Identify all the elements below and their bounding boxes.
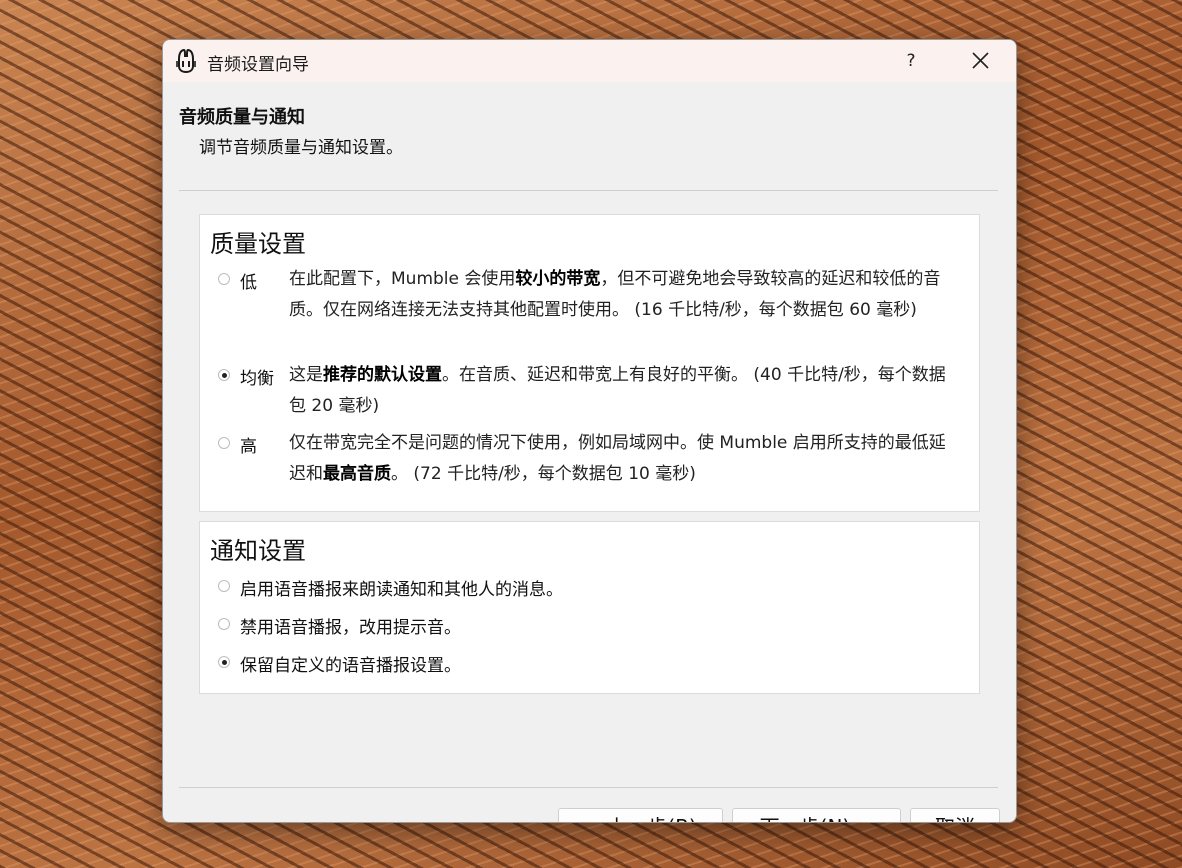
desc-bold: 最高音质 [323,464,391,484]
quality-low-label[interactable]: 低 [240,268,257,293]
desc-text: 在此配置下，Mumble 会使用 [289,269,516,289]
quality-low-description: 在此配置下，Mumble 会使用较小的带宽，但不可避免地会导致较高的延迟和较低的… [289,264,959,326]
next-button[interactable]: 下一步(N) > [732,808,901,822]
tts-enable-label[interactable]: 启用语音播报来朗读通知和其他人的消息。 [240,575,563,600]
tts-disable-label[interactable]: 禁用语音播报，改用提示音。 [240,613,461,638]
close-button[interactable] [961,44,1001,78]
back-button[interactable]: < 上一步(B) [558,808,723,822]
tts-keep-custom-radio[interactable] [218,656,230,668]
desc-text: 这是 [289,365,323,385]
window-title: 音频设置向导 [207,55,309,75]
mumble-logo-icon [176,49,196,73]
desc-bold: 较小的带宽 [515,269,601,289]
title-bar[interactable]: 音频设置向导 ? [163,40,1016,82]
wizard-content: 音频质量与通知 调节音频质量与通知设置。 质量设置 低 在此配置下，Mumble… [163,82,1016,822]
close-icon [972,52,989,69]
quality-balanced-label[interactable]: 均衡 [240,364,274,389]
desc-text: 。 (72 千比特/秒，每个数据包 10 毫秒) [391,464,696,484]
quality-high-description: 仅在带宽完全不是问题的情况下使用，例如局域网中。使 Mumble 启用所支持的最… [289,428,959,490]
tts-disable-radio[interactable] [218,618,230,630]
desc-bold: 推荐的默认设置 [323,365,442,385]
notification-settings-group: 通知设置 启用语音播报来朗读通知和其他人的消息。 禁用语音播报，改用提示音。 保… [199,521,980,694]
footer-divider [179,787,998,788]
header-divider [179,190,998,191]
tts-keep-custom-label[interactable]: 保留自定义的语音播报设置。 [240,651,461,676]
tts-enable-radio[interactable] [218,580,230,592]
quality-balanced-radio[interactable] [218,369,230,381]
quality-high-label[interactable]: 高 [240,432,257,457]
quality-high-radio[interactable] [218,437,230,449]
quality-balanced-description: 这是推荐的默认设置。在音质、延迟和带宽上有良好的平衡。 (40 千比特/秒，每个… [289,360,959,422]
quality-group-title: 质量设置 [210,230,306,258]
help-button[interactable]: ? [893,46,929,76]
notification-group-title: 通知设置 [210,537,306,565]
quality-low-radio[interactable] [218,273,230,285]
cancel-button[interactable]: 取消 [910,808,1000,822]
page-title: 音频质量与通知 [179,107,305,128]
audio-wizard-dialog: 音频设置向导 ? 音频质量与通知 调节音频质量与通知设置。 质量设置 低 在此配… [162,39,1017,823]
quality-settings-group: 质量设置 低 在此配置下，Mumble 会使用较小的带宽，但不可避免地会导致较高… [199,214,980,512]
page-subtitle: 调节音频质量与通知设置。 [199,138,403,158]
